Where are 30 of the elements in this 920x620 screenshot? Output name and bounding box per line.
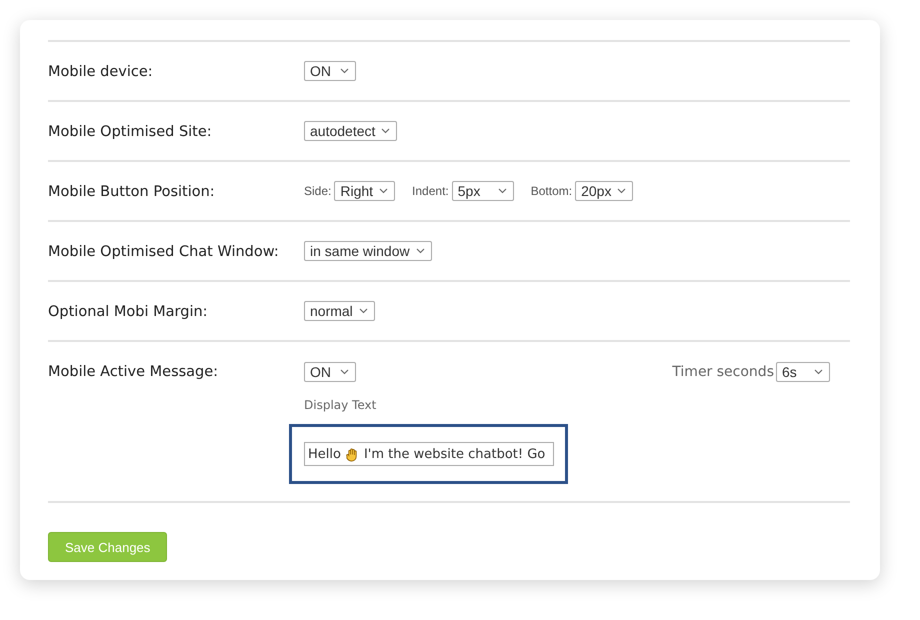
setting-label: Mobile Button Position: — [48, 183, 216, 202]
chevron-down-icon — [416, 248, 425, 254]
display-text-label: Display Text — [304, 398, 378, 412]
dropdown[interactable]: autodetect — [304, 121, 398, 141]
chevron-down-icon — [358, 308, 368, 314]
chevron-down-icon — [498, 188, 507, 194]
setting-label: Mobile Active Message: — [48, 363, 220, 382]
dropdown[interactable]: normal — [304, 301, 375, 321]
display-text-field[interactable]: Hello I'm the website chatbot! Go — [304, 442, 554, 466]
timer-label: Timer seconds — [672, 364, 774, 380]
dropdown[interactable]: 6s — [776, 362, 830, 382]
field-label: Bottom: — [530, 184, 572, 198]
chevron-down-icon — [617, 188, 626, 194]
dropdown[interactable]: in same window — [304, 241, 432, 261]
chevron-down-icon — [340, 68, 349, 74]
chevron-down-icon — [340, 369, 349, 375]
dropdown[interactable]: ON — [304, 362, 356, 382]
chevron-down-icon — [381, 128, 390, 134]
dropdown[interactable]: 20px — [575, 181, 634, 201]
chevron-down-icon — [379, 188, 388, 194]
field-label: Side: — [304, 184, 332, 198]
dropdown[interactable]: ON — [304, 61, 356, 81]
dropdown[interactable]: 5px — [452, 181, 514, 201]
setting-label: Optional Mobi Margin: — [48, 303, 209, 322]
dropdown[interactable]: Right — [334, 181, 396, 201]
setting-label: Mobile Optimised Chat Window: — [48, 243, 280, 262]
setting-label: Mobile device: — [48, 63, 154, 82]
setting-label: Mobile Optimised Site: — [48, 123, 213, 142]
field-label: Indent: — [412, 184, 449, 198]
chevron-down-icon — [814, 369, 823, 375]
